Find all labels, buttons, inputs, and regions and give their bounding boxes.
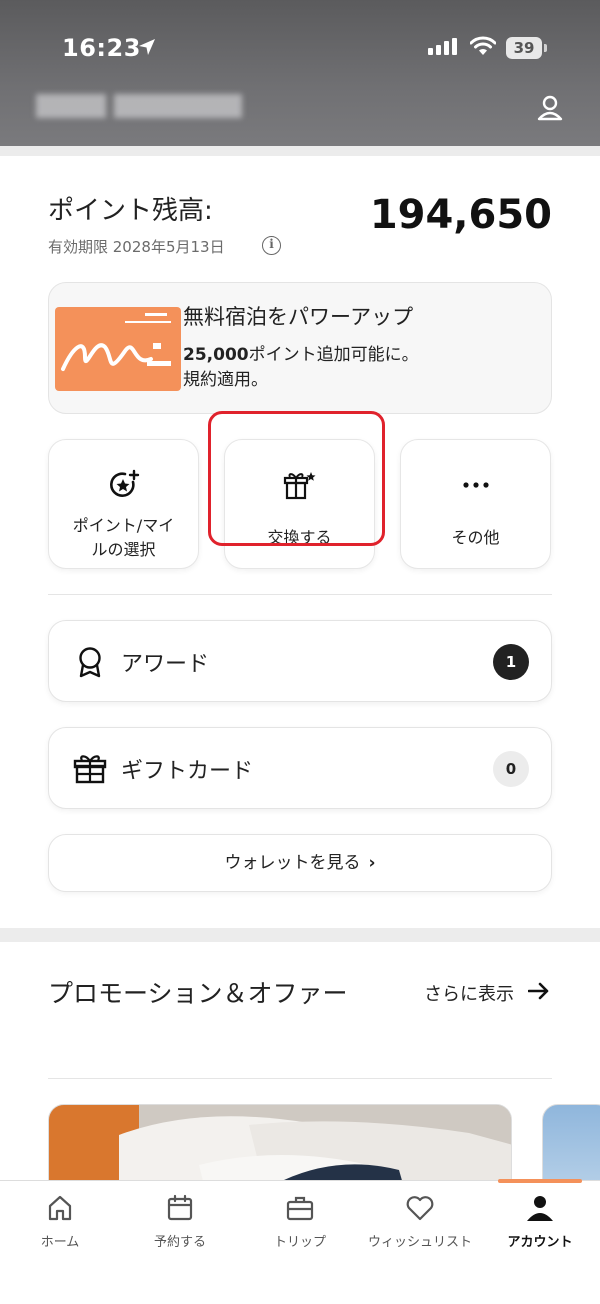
arrow-right-icon[interactable] <box>528 982 550 1000</box>
battery-indicator: 39 <box>506 37 547 59</box>
profile-icon[interactable] <box>536 94 564 122</box>
points-label: ポイント残高: <box>48 196 213 226</box>
star-plus-icon <box>109 469 139 497</box>
tab-wishlist-label: ウィッシュリスト <box>367 1235 472 1250</box>
promo-title: 無料宿泊をパワーアップ <box>183 305 414 329</box>
promo-terms: 規約適用。 <box>183 370 268 390</box>
gift-cards-row[interactable]: ギフトカード 0 <box>48 727 552 809</box>
heart-icon <box>406 1196 434 1221</box>
tile-label-line2: ルの選択 <box>91 540 156 559</box>
points-value: 194,650 <box>369 192 552 238</box>
promo-description: 25,000ポイント追加可能に。 規約適用。 <box>183 343 483 393</box>
home-icon <box>48 1195 72 1221</box>
tile-label-more: その他 <box>451 528 500 547</box>
promo-card-illustration <box>55 307 181 391</box>
see-more-link[interactable]: さらに表示 <box>424 980 514 1006</box>
app-header: 16:23 39 <box>0 0 600 146</box>
tab-trips[interactable]: トリップ <box>240 1193 360 1250</box>
info-icon[interactable]: i <box>262 236 281 255</box>
award-ribbon-icon <box>79 647 101 678</box>
tile-label-line1: ポイント/マイ <box>72 516 175 535</box>
points-expiry: 有効期限 2028年5月13日 <box>48 238 225 256</box>
awards-label: アワード <box>121 652 210 677</box>
tab-trips-label: トリップ <box>273 1235 326 1250</box>
select-points-miles-button[interactable]: ポイント/マイ ルの選択 <box>48 439 199 569</box>
promo-bonus-points: 25,000 <box>183 345 249 365</box>
view-wallet-button[interactable]: ウォレットを見る › <box>48 834 552 892</box>
free-night-promo-card[interactable]: 無料宿泊をパワーアップ 25,000ポイント追加可能に。 規約適用。 <box>48 282 552 414</box>
location-arrow-icon <box>139 39 155 55</box>
more-options-button[interactable]: その他 <box>400 439 551 569</box>
tab-wishlist[interactable]: ウィッシュリスト <box>360 1193 480 1250</box>
chevron-right-icon: › <box>368 853 376 873</box>
promotions-divider <box>48 1078 552 1079</box>
section-separator <box>0 928 600 942</box>
gift-cards-count-badge: 0 <box>493 751 529 787</box>
active-tab-indicator <box>498 1179 582 1183</box>
person-icon <box>527 1196 553 1221</box>
suitcase-icon <box>286 1196 314 1221</box>
promotions-heading: プロモーション＆オファー <box>48 979 348 1008</box>
gift-box-icon <box>73 755 107 784</box>
tab-book-label: 予約する <box>153 1235 206 1250</box>
status-time: 16:23 <box>62 34 141 62</box>
annotation-highlight-box <box>208 411 385 546</box>
awards-count-badge: 1 <box>493 644 529 680</box>
tab-book[interactable]: 予約する <box>120 1193 240 1250</box>
wifi-icon <box>470 36 496 55</box>
tab-account-label: アカウント <box>507 1235 573 1250</box>
calendar-icon <box>167 1194 193 1221</box>
cellular-signal-icon <box>428 38 457 55</box>
blurred-user-name <box>36 94 242 118</box>
tab-home[interactable]: ホーム <box>0 1193 120 1250</box>
view-wallet-label: ウォレットを見る <box>224 853 361 873</box>
tab-home-label: ホーム <box>40 1235 80 1250</box>
tab-account[interactable]: アカウント <box>480 1193 600 1250</box>
more-dots-icon <box>462 482 489 488</box>
awards-row[interactable]: アワード 1 <box>48 620 552 702</box>
bottom-tab-bar: ホーム 予約する トリップ ウィッシュリスト アカウント <box>0 1179 600 1304</box>
gift-cards-label: ギフトカード <box>121 759 254 784</box>
section-divider <box>48 594 552 595</box>
promo-desc-text: ポイント追加可能に。 <box>248 345 419 365</box>
sheet-edge <box>0 146 600 156</box>
